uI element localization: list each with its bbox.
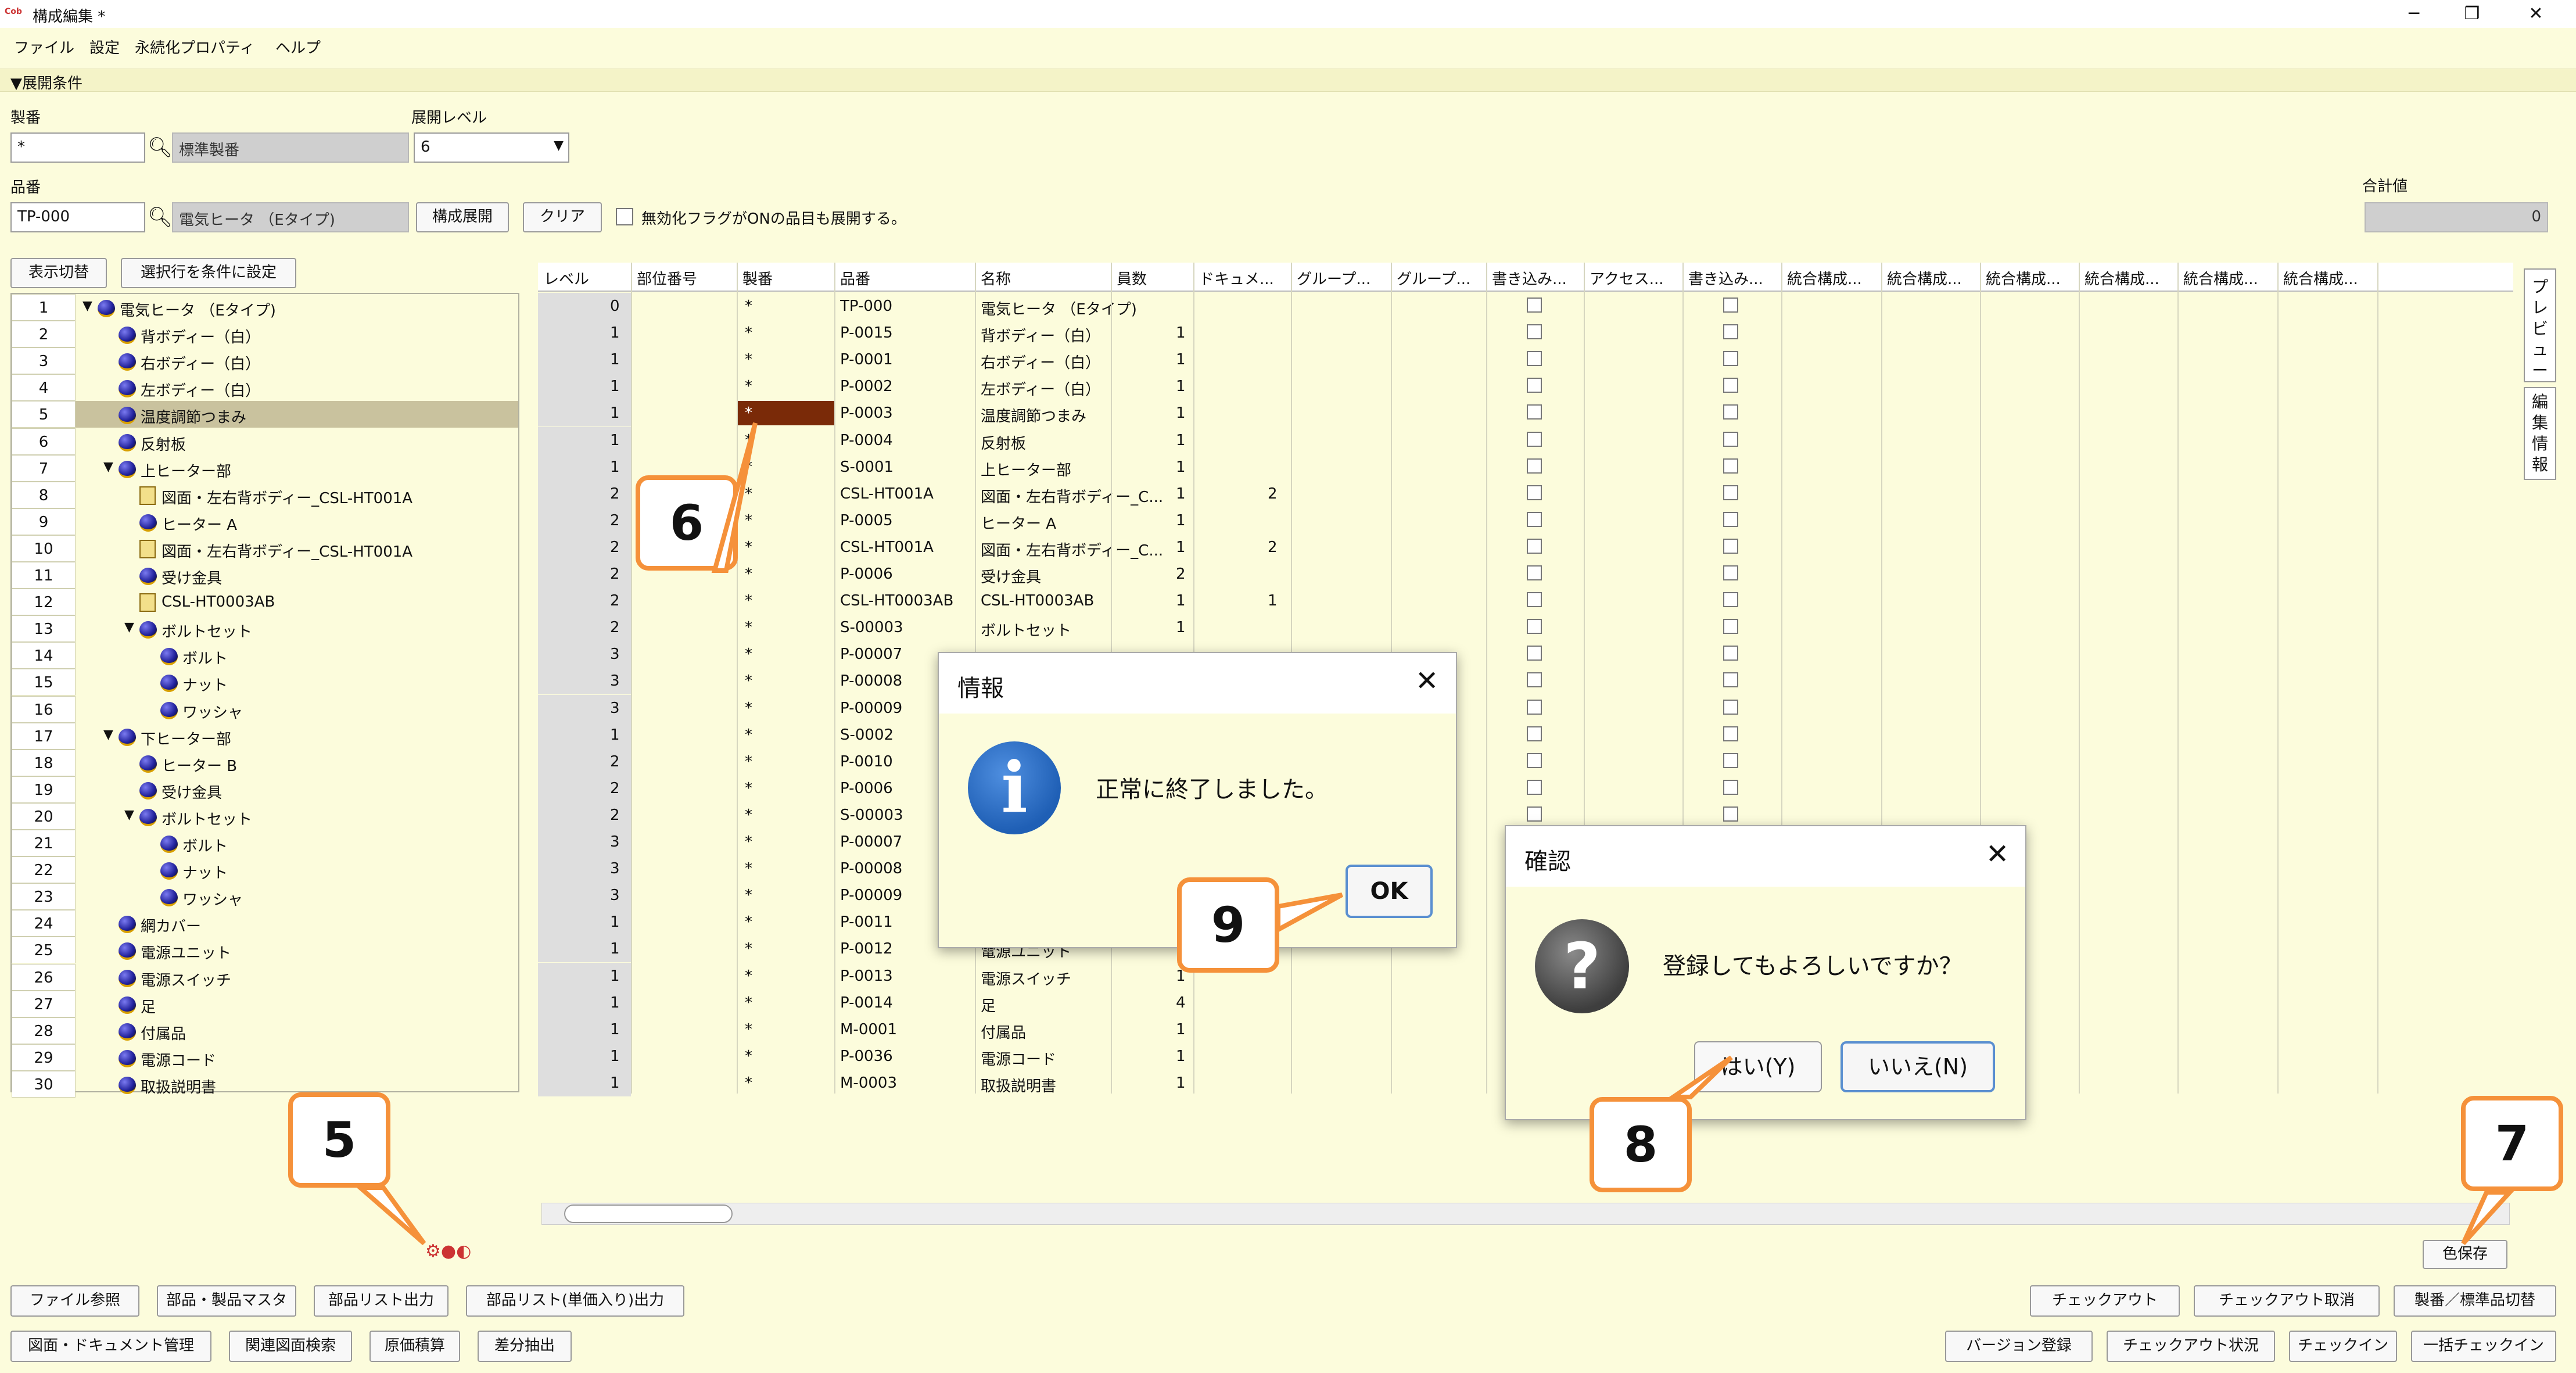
bottom-button[interactable]: チェックアウト状況: [2107, 1331, 2275, 1362]
callout-7-pointer: [2461, 1190, 2516, 1245]
bottom-button[interactable]: チェックアウト取消: [2194, 1285, 2380, 1317]
bottom-button[interactable]: バージョン登録: [1945, 1331, 2093, 1362]
bottom-button[interactable]: 部品リスト(単価入り)出力: [466, 1285, 684, 1317]
bottom-button[interactable]: 関連図面検索: [229, 1331, 352, 1362]
bottom-button[interactable]: チェックアウト: [2030, 1285, 2180, 1317]
callout-9-pointer: [1276, 892, 1343, 934]
bottom-button[interactable]: 差分抽出: [478, 1331, 572, 1362]
bottom-button[interactable]: 原価積算: [369, 1331, 460, 1362]
callout-8-pointer: [1666, 1055, 1733, 1099]
callout-6-pointer: [711, 422, 758, 573]
bottom-button[interactable]: ファイル参照: [10, 1285, 139, 1317]
bottom-button[interactable]: 図面・ドキュメント管理: [10, 1331, 211, 1362]
callout-pointers: [354, 422, 2516, 1246]
bottom-button[interactable]: 一括チェックイン: [2411, 1331, 2556, 1362]
bottom-button[interactable]: チェックイン: [2289, 1331, 2397, 1362]
bottom-button[interactable]: 部品リスト出力: [314, 1285, 449, 1317]
bottom-button[interactable]: 製番／標準品切替: [2394, 1285, 2556, 1317]
callout-5-pointer: [354, 1185, 426, 1246]
bottom-button[interactable]: 部品・製品マスタ: [157, 1285, 296, 1317]
